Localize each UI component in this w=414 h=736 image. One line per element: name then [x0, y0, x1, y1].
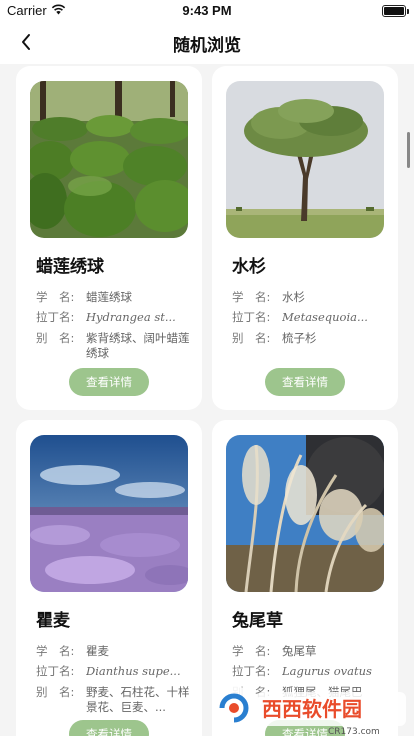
sci-name-row: 学 名: 兔尾草	[232, 644, 392, 659]
sci-name-row: 学 名: 瞿麦	[36, 644, 196, 659]
alias-row: 别 名: 紫背绣球、阔叶蜡莲绣球	[36, 331, 196, 361]
plant-name: 瞿麦	[36, 611, 70, 631]
sci-name-label: 学 名:	[232, 644, 271, 658]
plant-grid[interactable]: 蜡莲绣球 学 名: 蜡莲绣球 拉丁名: Hydrangea st... 别 名:…	[0, 64, 414, 736]
latin-name-label: 拉丁名:	[36, 310, 75, 324]
view-detail-button[interactable]: 查看详情	[69, 720, 149, 736]
alias-row: 别 名: 梳子杉	[232, 331, 392, 346]
alias-value: 紫背绣球、阔叶蜡莲绣球	[86, 331, 190, 360]
sci-name-label: 学 名:	[232, 290, 271, 304]
latin-name-value: Metasequoia...	[282, 310, 368, 324]
plant-card[interactable]: 瞿麦 学 名: 瞿麦 拉丁名: Dianthus supe... 别 名: 野麦…	[16, 420, 202, 736]
status-time: 9:43 PM	[182, 3, 232, 18]
plant-name: 水杉	[232, 257, 266, 277]
plant-image	[226, 435, 384, 592]
latin-name-value: Hydrangea st...	[86, 310, 176, 324]
navigation-bar: 随机浏览	[0, 22, 414, 64]
alias-value: 野麦、石柱花、十样景花、巨麦、...	[86, 685, 190, 714]
view-detail-button[interactable]: 查看详情	[265, 368, 345, 396]
latin-name-row: 拉丁名: Metasequoia...	[232, 310, 392, 325]
watermark: 西西软件园 CR173.com	[204, 676, 414, 736]
latin-name-row: 拉丁名: Hydrangea st...	[36, 310, 196, 325]
plant-image	[30, 435, 188, 592]
alias-value: 梳子杉	[282, 331, 317, 345]
plant-card[interactable]: 水杉 学 名: 水杉 拉丁名: Metasequoia... 别 名: 梳子杉 …	[212, 66, 398, 410]
sci-name-label: 学 名:	[36, 644, 75, 658]
watermark-text: 西西软件园	[262, 697, 362, 721]
page-title: 随机浏览	[173, 36, 241, 56]
plant-image	[226, 81, 384, 238]
sci-name-row: 学 名: 水杉	[232, 290, 392, 305]
sci-name-value: 兔尾草	[282, 644, 317, 658]
watermark-url: CR173.com	[328, 727, 380, 736]
plant-name: 兔尾草	[232, 611, 283, 631]
plant-name: 蜡莲绣球	[36, 257, 104, 277]
latin-name-value: Dianthus supe...	[86, 664, 181, 678]
alias-row: 别 名: 野麦、石柱花、十样景花、巨麦、...	[36, 685, 196, 715]
sci-name-value: 蜡莲绣球	[86, 290, 132, 304]
alias-label: 别 名:	[36, 685, 75, 699]
battery-icon	[382, 5, 409, 17]
scrollbar[interactable]	[407, 132, 410, 168]
plant-image	[30, 81, 188, 238]
plant-card[interactable]: 蜡莲绣球 学 名: 蜡莲绣球 拉丁名: Hydrangea st... 别 名:…	[16, 66, 202, 410]
latin-name-label: 拉丁名:	[36, 664, 75, 678]
alias-label: 别 名:	[36, 331, 75, 345]
sci-name-row: 学 名: 蜡莲绣球	[36, 290, 196, 305]
latin-name-label: 拉丁名:	[232, 310, 271, 324]
sci-name-value: 瞿麦	[86, 644, 109, 658]
status-bar: Carrier 9:43 PM	[0, 0, 414, 22]
alias-label: 别 名:	[232, 331, 271, 345]
sci-name-label: 学 名:	[36, 290, 75, 304]
view-detail-button[interactable]: 查看详情	[69, 368, 149, 396]
sci-name-value: 水杉	[282, 290, 305, 304]
latin-name-row: 拉丁名: Dianthus supe...	[36, 664, 196, 679]
